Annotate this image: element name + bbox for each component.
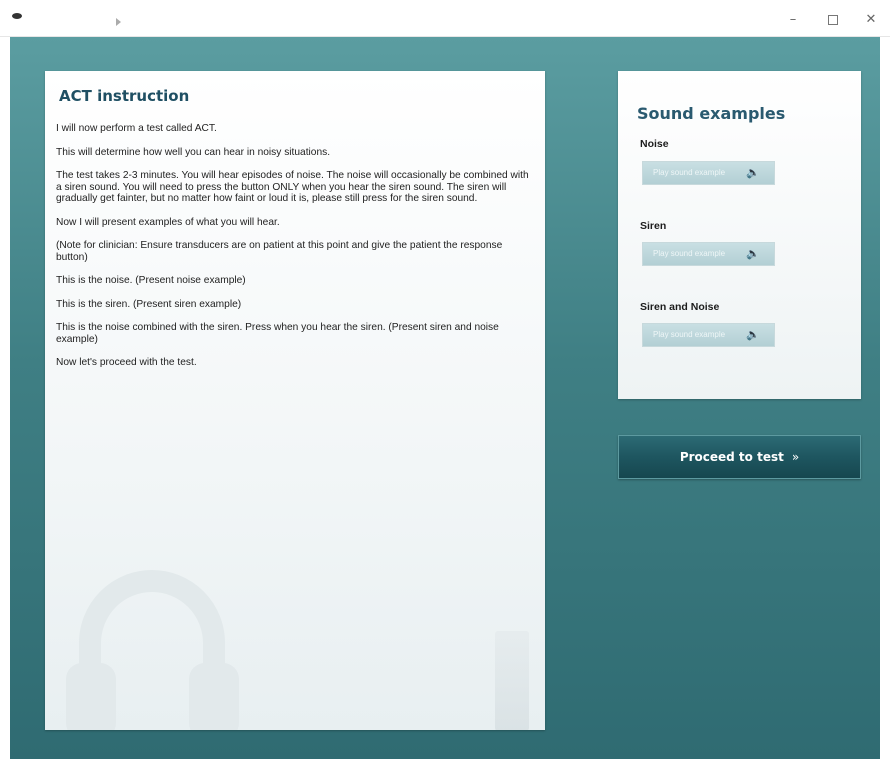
maximize-button[interactable] — [820, 10, 846, 30]
proceed-to-test-button[interactable]: Proceed to test » — [618, 435, 861, 479]
instruction-paragraph: The test takes 2-3 minutes. You will hea… — [56, 170, 529, 204]
minimize-button[interactable]: – — [780, 10, 806, 30]
app-icon — [12, 13, 22, 19]
sound-examples-title: Sound examples — [637, 104, 786, 123]
speaker-icon: 🔈 — [746, 329, 760, 341]
sound-examples-panel: Sound examples Noise Play sound example … — [618, 71, 861, 399]
proceed-label: Proceed to test — [679, 450, 784, 464]
speaker-icon: 🔈 — [746, 248, 760, 260]
play-siren-and-noise-button[interactable]: Play sound example 🔈 — [642, 323, 775, 347]
play-button-label: Play sound example — [653, 330, 726, 339]
noise-label: Noise — [640, 138, 669, 150]
speaker-icon: 🔈 — [746, 167, 760, 179]
instruction-paragraph: Now let's proceed with the test. — [56, 357, 197, 368]
instruction-paragraph: This is the noise. (Present noise exampl… — [56, 275, 246, 286]
siren-label: Siren — [640, 220, 667, 232]
siren-and-noise-label: Siren and Noise — [640, 301, 720, 313]
play-noise-button[interactable]: Play sound example 🔈 — [642, 161, 775, 185]
play-siren-button[interactable]: Play sound example 🔈 — [642, 242, 775, 266]
play-button-label: Play sound example — [653, 249, 726, 258]
close-button[interactable]: ✕ — [858, 10, 884, 30]
chevron-right-icon: » — [791, 450, 800, 464]
instruction-paragraph: This will determine how well you can hea… — [56, 146, 331, 158]
instruction-panel: ACT instruction I will now perform a tes… — [45, 71, 545, 730]
mouse-cursor-icon — [116, 18, 121, 26]
instruction-paragraph: (Note for clinician: Ensure transducers … — [56, 240, 503, 263]
maximize-icon — [828, 15, 838, 25]
headphone-watermark-icon — [66, 570, 239, 730]
instruction-paragraph: Now I will present examples of what you … — [56, 216, 280, 228]
instruction-title: ACT instruction — [59, 87, 190, 105]
level-meter-watermark-icon — [495, 631, 529, 730]
play-button-label: Play sound example — [653, 168, 726, 177]
instruction-paragraph: I will now perform a test called ACT. — [56, 123, 217, 134]
title-bar: – ✕ — [0, 0, 890, 37]
instruction-paragraph: This is the noise combined with the sire… — [56, 322, 499, 345]
instruction-paragraph: This is the siren. (Present siren exampl… — [56, 298, 242, 310]
instruction-text: I will now perform a test called ACT. Th… — [56, 123, 536, 381]
